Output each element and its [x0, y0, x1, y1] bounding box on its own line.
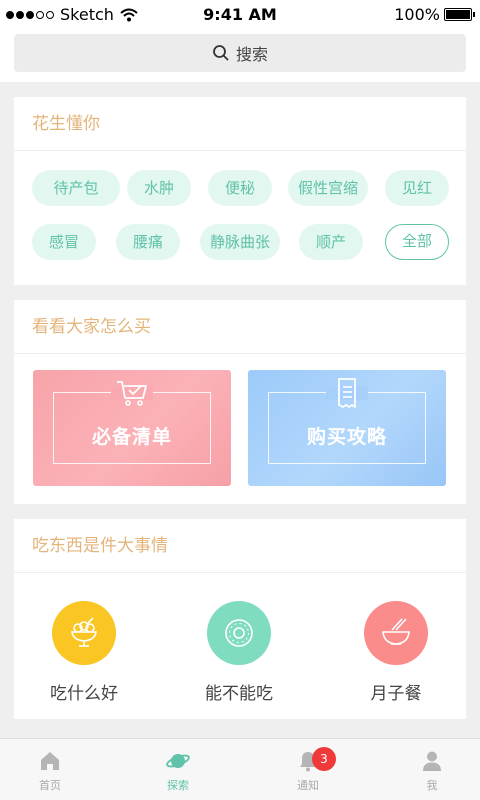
tab-me-label: 我 [426, 779, 438, 792]
tab-home-label: 首页 [39, 779, 61, 792]
food-circle [207, 601, 271, 665]
can-i-eat-item[interactable]: 能不能吃 [179, 601, 299, 704]
tab-notifications[interactable]: 通知 3 [268, 747, 348, 793]
tab-explore[interactable]: 探索 [138, 749, 218, 793]
tab-explore-label: 探索 [167, 779, 189, 792]
essentials-list-card[interactable]: 必备清单 [33, 370, 231, 486]
tab-bar: 首页 探索 通知 3 我 [0, 738, 480, 800]
can-i-eat-label: 能不能吃 [205, 684, 273, 704]
all-tags-button[interactable]: 全部 [385, 224, 449, 260]
buying-guide-card[interactable]: 购买攻略 [248, 370, 446, 486]
home-icon [41, 752, 59, 770]
cart-check-icon [117, 381, 147, 406]
search-bar: 搜索 [0, 28, 480, 82]
person-icon [423, 751, 441, 771]
status-right: 100% [394, 5, 475, 24]
tag-chip[interactable]: 假性宫缩 [288, 170, 368, 206]
what-to-eat-item[interactable]: 吃什么好 [24, 601, 144, 704]
tab-notifications-label: 通知 [297, 779, 319, 792]
tag-chip[interactable]: 见红 [385, 170, 449, 206]
food-circle [364, 601, 428, 665]
tag-chip[interactable]: 水肿 [127, 170, 191, 206]
tag-chip[interactable]: 静脉曲张 [200, 224, 280, 260]
search-placeholder: 搜索 [235, 45, 268, 64]
notification-badge: 3 [312, 747, 336, 771]
receipt-icon [338, 378, 356, 408]
tab-home[interactable]: 首页 [10, 749, 90, 793]
how-to-buy-section: 看看大家怎么买 必备清单 购买攻略 [14, 300, 466, 504]
noodle-bowl-icon [382, 618, 410, 645]
how-to-buy-title: 看看大家怎么买 [14, 300, 466, 354]
tag-chip[interactable]: 待产包 [32, 170, 120, 206]
search-input[interactable]: 搜索 [14, 34, 466, 72]
planet-icon [166, 754, 190, 768]
confinement-meal-label: 月子餐 [370, 684, 422, 704]
tag-chip[interactable]: 感冒 [32, 224, 96, 260]
status-bar: Sketch 9:41 AM 100% [0, 0, 480, 28]
tab-me[interactable]: 我 [392, 749, 472, 793]
battery-icon [444, 8, 475, 21]
buying-guide-label: 购买攻略 [306, 426, 387, 448]
dessert-cup-icon [71, 617, 97, 647]
confinement-meal-item[interactable]: 月子餐 [336, 601, 456, 704]
tag-chip[interactable]: 腰痛 [116, 224, 180, 260]
tag-chip[interactable]: 便秘 [208, 170, 272, 206]
donut-icon [225, 619, 253, 647]
food-section: 吃东西是件大事情 吃什么好 能不能吃 月子餐 [14, 519, 466, 719]
food-section-title: 吃东西是件大事情 [14, 519, 466, 573]
food-circle [52, 601, 116, 665]
know-you-title: 花生懂你 [14, 97, 466, 151]
what-to-eat-label: 吃什么好 [50, 684, 118, 704]
know-you-section: 花生懂你 待产包 水肿 便秘 假性宫缩 见红 感冒 腰痛 静脉曲张 顺产 全部 [14, 97, 466, 285]
battery-percent: 100% [394, 5, 440, 24]
essentials-list-label: 必备清单 [91, 426, 172, 448]
search-icon [213, 45, 229, 61]
tag-chip[interactable]: 顺产 [299, 224, 363, 260]
